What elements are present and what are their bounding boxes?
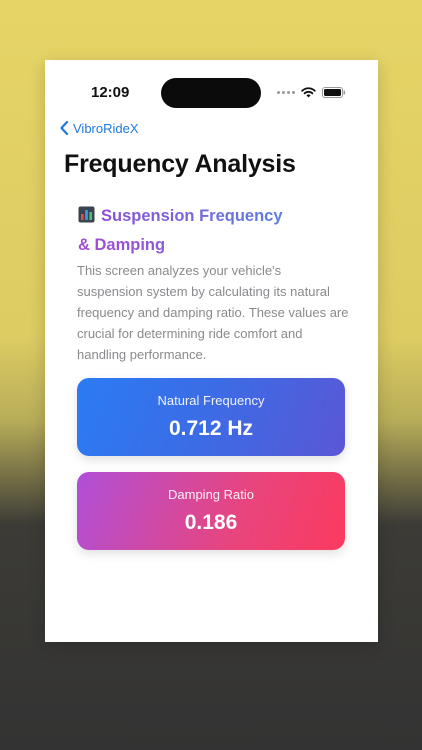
bar-chart-icon <box>78 205 95 232</box>
section-description: This screen analyzes your vehicle's susp… <box>77 263 349 362</box>
section-title-line1: Suspension Frequency <box>101 207 283 225</box>
battery-icon <box>322 87 346 98</box>
back-button[interactable]: VibroRideX <box>59 120 139 136</box>
natural-frequency-card: Natural Frequency 0.712 Hz <box>77 378 345 456</box>
section-title-line2: & Damping <box>78 236 166 254</box>
wifi-icon <box>301 87 316 98</box>
back-button-label: VibroRideX <box>73 120 139 136</box>
natural-frequency-label: Natural Frequency <box>157 393 265 408</box>
phone-screen: 12:09 VibroRideX Frequency Analysis Susp… <box>45 60 378 642</box>
damping-ratio-value: 0.186 <box>184 511 238 534</box>
cellular-dots-icon <box>277 91 295 94</box>
damping-ratio-card: Damping Ratio 0.186 <box>77 472 345 550</box>
damping-ratio-label: Damping Ratio <box>168 487 254 502</box>
page-title: Frequency Analysis <box>64 150 296 178</box>
chevron-left-icon <box>59 120 69 136</box>
natural-frequency-value: 0.712 Hz <box>168 417 254 440</box>
status-time: 12:09 <box>91 84 130 101</box>
status-icons <box>277 87 346 98</box>
section-title: Suspension Frequency & Damping <box>78 203 338 259</box>
dynamic-island <box>161 78 261 108</box>
status-bar: 12:09 <box>45 60 378 120</box>
